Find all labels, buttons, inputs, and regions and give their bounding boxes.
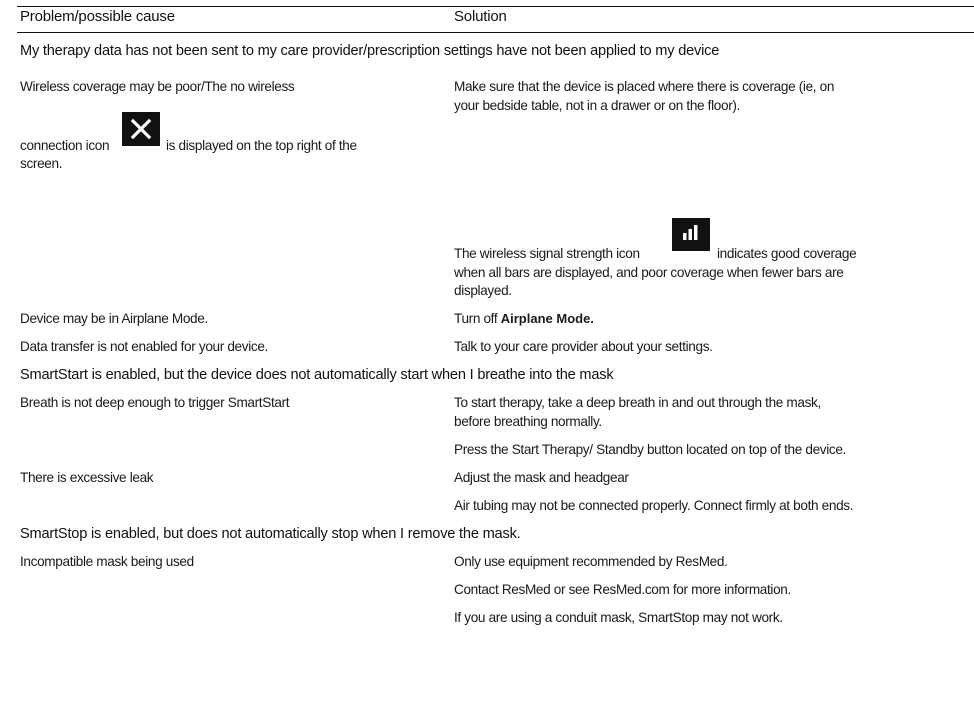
cause-wireless-coverage-line2b: is displayed on the top right of the <box>166 138 357 153</box>
solution-signal-line1b: indicates good coverage <box>717 246 857 261</box>
cause-incompatible-mask: Incompatible mask being used <box>20 554 194 569</box>
section-title-smartstart: SmartStart is enabled, but the device do… <box>20 367 614 383</box>
no-wireless-connection-icon <box>122 112 160 146</box>
solution-coverage-line2: your bedside table, not in a drawer or o… <box>454 98 740 113</box>
solution-deep-breath-line1: To start therapy, take a deep breath in … <box>454 395 821 410</box>
solution-deep-breath-line2: before breathing normally. <box>454 414 602 429</box>
solution-signal-line2: when all bars are displayed, and poor co… <box>454 265 844 280</box>
solution-data-transfer: Talk to your care provider about your se… <box>454 339 713 354</box>
cause-wireless-coverage-line3: screen. <box>20 156 63 171</box>
solution-signal-line1a: The wireless signal strength icon <box>454 246 640 261</box>
solution-airplane-mode: Turn off Airplane Mode. <box>454 309 594 329</box>
solution-air-tubing: Air tubing may not be connected properly… <box>454 498 854 513</box>
wireless-signal-strength-icon <box>672 218 710 251</box>
cause-data-transfer: Data transfer is not enabled for your de… <box>20 339 268 354</box>
solution-airplane-mode-term: Airplane Mode. <box>500 311 594 326</box>
header-solution: Solution <box>454 8 507 25</box>
solution-recommended-equipment: Only use equipment recommended by ResMed… <box>454 554 728 569</box>
header-problem-cause: Problem/possible cause <box>20 8 175 25</box>
solution-press-start: Press the Start Therapy/ Standby button … <box>454 442 846 457</box>
solution-adjust-mask: Adjust the mask and headgear <box>454 470 629 485</box>
solution-signal-line3: displayed. <box>454 283 512 298</box>
cause-breath-not-deep: Breath is not deep enough to trigger Sma… <box>20 395 290 410</box>
cause-wireless-coverage-line1: Wireless coverage may be poor/The no wir… <box>20 79 295 94</box>
solution-contact-resmed: Contact ResMed or see ResMed.com for mor… <box>454 582 791 597</box>
header-bottom-rule <box>17 32 974 33</box>
cause-airplane-mode: Device may be in Airplane Mode. <box>20 311 208 326</box>
cause-wireless-coverage-line2a: connection icon <box>20 138 110 153</box>
solution-conduit-mask: If you are using a conduit mask, SmartSt… <box>454 610 783 625</box>
section-title-smartstop: SmartStop is enabled, but does not autom… <box>20 526 521 542</box>
solution-coverage-line1: Make sure that the device is placed wher… <box>454 79 835 94</box>
section-title-therapy-data: My therapy data has not been sent to my … <box>20 43 720 59</box>
solution-airplane-prefix: Turn off <box>454 311 498 326</box>
cause-excessive-leak: There is excessive leak <box>20 470 154 485</box>
